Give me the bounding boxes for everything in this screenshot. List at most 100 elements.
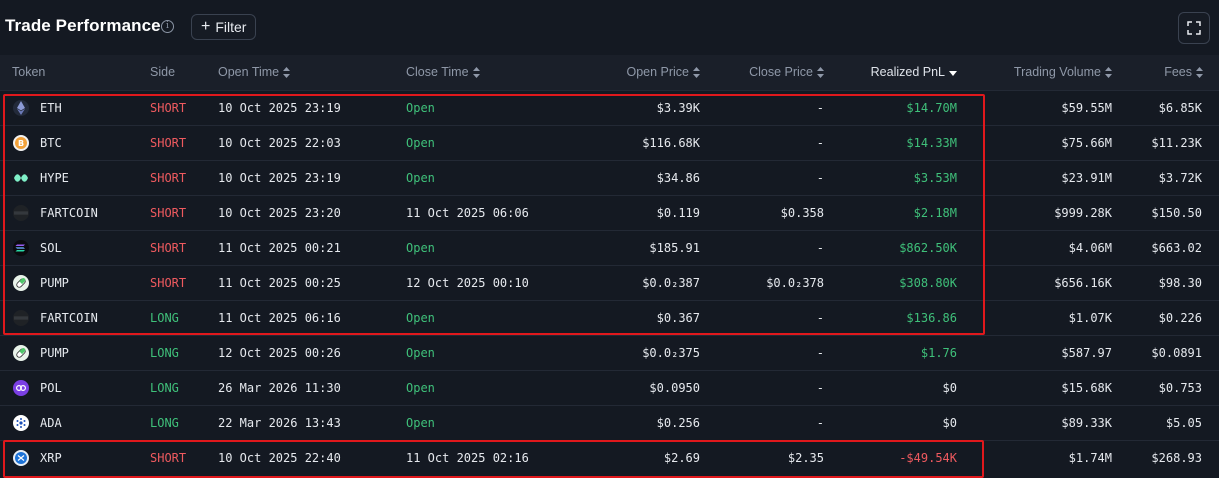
side-cell: SHORT [150,240,187,255]
token-cell: B BTC [0,125,150,160]
token-cell: SOL [0,230,150,265]
close-price-cell: $2.35 [787,450,824,465]
token-cell: HYPE [0,160,150,195]
close-time-cell: Open [406,135,435,150]
trading-volume-cell: $23.91M [1061,170,1112,185]
realized-pnl-cell: -$49.54K [899,450,957,465]
close-price-cell: - [816,240,824,255]
pump-icon [13,344,29,361]
close-time-cell: Open [406,345,435,360]
side-cell: LONG [150,415,179,430]
trading-volume-cell: $4.06M [1068,240,1112,255]
sort-icon [1196,67,1203,79]
table-row[interactable]: SOL SHORT 11 Oct 2025 00:21 Open $185.91… [0,230,1219,265]
table-row[interactable]: PUMP LONG 12 Oct 2025 00:26 Open $0.0₂37… [0,335,1219,370]
token-name: FARTCOIN [40,205,98,220]
side-cell: LONG [150,345,179,360]
open-time-cell: 10 Oct 2025 23:19 [218,100,341,115]
expand-icon [1187,21,1201,35]
column-realized-pnl[interactable]: Realized PnL [824,55,957,90]
realized-pnl-cell: $862.50K [899,240,957,255]
token-cell: XRP [0,440,150,475]
fees-cell: $5.05 [1165,415,1202,430]
realized-pnl-cell: $14.33M [906,135,957,150]
xrp-icon [13,449,29,466]
realized-pnl-cell: $0 [942,380,957,395]
side-cell: SHORT [150,170,187,185]
fees-cell: $268.93 [1151,450,1202,465]
fees-cell: $150.50 [1151,205,1202,220]
open-price-cell: $185.91 [649,240,700,255]
fees-cell: $3.72K [1158,170,1202,185]
token-name: HYPE [40,170,69,185]
sort-icon [472,67,480,79]
close-time-cell: Open [406,415,435,430]
table-row[interactable]: PUMP SHORT 11 Oct 2025 00:25 12 Oct 2025… [0,265,1219,300]
column-trading-volume[interactable]: Trading Volume [957,55,1112,90]
open-time-cell: 11 Oct 2025 00:25 [218,275,341,290]
token-name: SOL [40,240,62,255]
realized-pnl-cell: $3.53M [913,170,957,185]
sort-icon [283,67,291,79]
open-time-cell: 12 Oct 2025 00:26 [218,345,341,360]
token-cell: PUMP [0,265,150,300]
open-price-cell: $116.68K [642,135,700,150]
realized-pnl-cell: $2.18M [913,205,957,220]
open-time-cell: 10 Oct 2025 22:03 [218,135,341,150]
table-row[interactable]: ADA LONG 22 Mar 2026 13:43 Open $0.256 -… [0,405,1219,440]
column-fees[interactable]: Fees [1112,55,1219,90]
trading-volume-cell: $15.68K [1061,380,1112,395]
table-row[interactable]: FARTCOIN SHORT 10 Oct 2025 23:20 11 Oct … [0,195,1219,230]
sort-icon [817,67,824,79]
table-row[interactable]: ETH SHORT 10 Oct 2025 23:19 Open $3.39K … [0,90,1219,125]
table-header-row: Token Side Open Time Close Time Open Pri… [0,55,1219,90]
open-time-cell: 22 Mar 2026 13:43 [218,415,341,430]
panel-header: Trade Performance i + Filter [0,0,1219,54]
open-price-cell: $2.69 [663,450,700,465]
open-price-cell: $0.119 [656,205,700,220]
close-price-cell: - [816,380,824,395]
svg-text:B: B [18,139,24,148]
open-time-cell: 26 Mar 2026 11:30 [218,380,341,395]
close-time-cell: Open [406,170,435,185]
close-time-cell: Open [406,380,435,395]
side-cell: SHORT [150,450,187,465]
close-time-cell: 11 Oct 2025 02:16 [406,450,529,465]
info-circle-icon[interactable]: i [161,20,174,33]
column-open-time[interactable]: Open Time [218,55,406,90]
side-cell: SHORT [150,205,187,220]
expand-button[interactable] [1178,12,1210,44]
realized-pnl-cell: $0 [942,415,957,430]
table-row[interactable]: XRP SHORT 10 Oct 2025 22:40 11 Oct 2025 … [0,440,1219,475]
column-close-price[interactable]: Close Price [700,55,824,90]
sort-desc-icon [949,71,957,77]
fees-cell: $0.753 [1158,380,1202,395]
open-price-cell: $0.0₂387 [642,275,700,290]
fees-cell: $0.0891 [1151,345,1202,360]
token-cell: FARTCOIN [0,300,150,335]
token-name: BTC [40,135,62,150]
token-name: POL [40,380,62,395]
plus-icon: + [201,18,211,35]
trading-volume-cell: $89.33K [1061,415,1112,430]
column-open-price[interactable]: Open Price [556,55,700,90]
token-name: PUMP [40,275,69,290]
close-price-cell: - [816,310,824,325]
token-name: XRP [40,450,62,465]
hype-icon [13,170,29,186]
realized-pnl-cell: $1.76 [920,345,957,360]
filter-button[interactable]: + Filter [191,14,257,40]
column-close-time[interactable]: Close Time [406,55,556,90]
table-row[interactable]: FARTCOIN LONG 11 Oct 2025 06:16 Open $0.… [0,300,1219,335]
table-row[interactable]: HYPE SHORT 10 Oct 2025 23:19 Open $34.86… [0,160,1219,195]
close-time-cell: 12 Oct 2025 00:10 [406,275,529,290]
fees-cell: $6.85K [1158,100,1202,115]
table-row[interactable]: POL LONG 26 Mar 2026 11:30 Open $0.0950 … [0,370,1219,405]
side-cell: SHORT [150,135,187,150]
trade-table: Token Side Open Time Close Time Open Pri… [0,55,1219,475]
open-time-cell: 10 Oct 2025 23:19 [218,170,341,185]
table-row[interactable]: B BTC SHORT 10 Oct 2025 22:03 Open $116.… [0,125,1219,160]
close-time-cell: Open [406,100,435,115]
pump-icon [13,274,29,291]
realized-pnl-cell: $308.80K [899,275,957,290]
